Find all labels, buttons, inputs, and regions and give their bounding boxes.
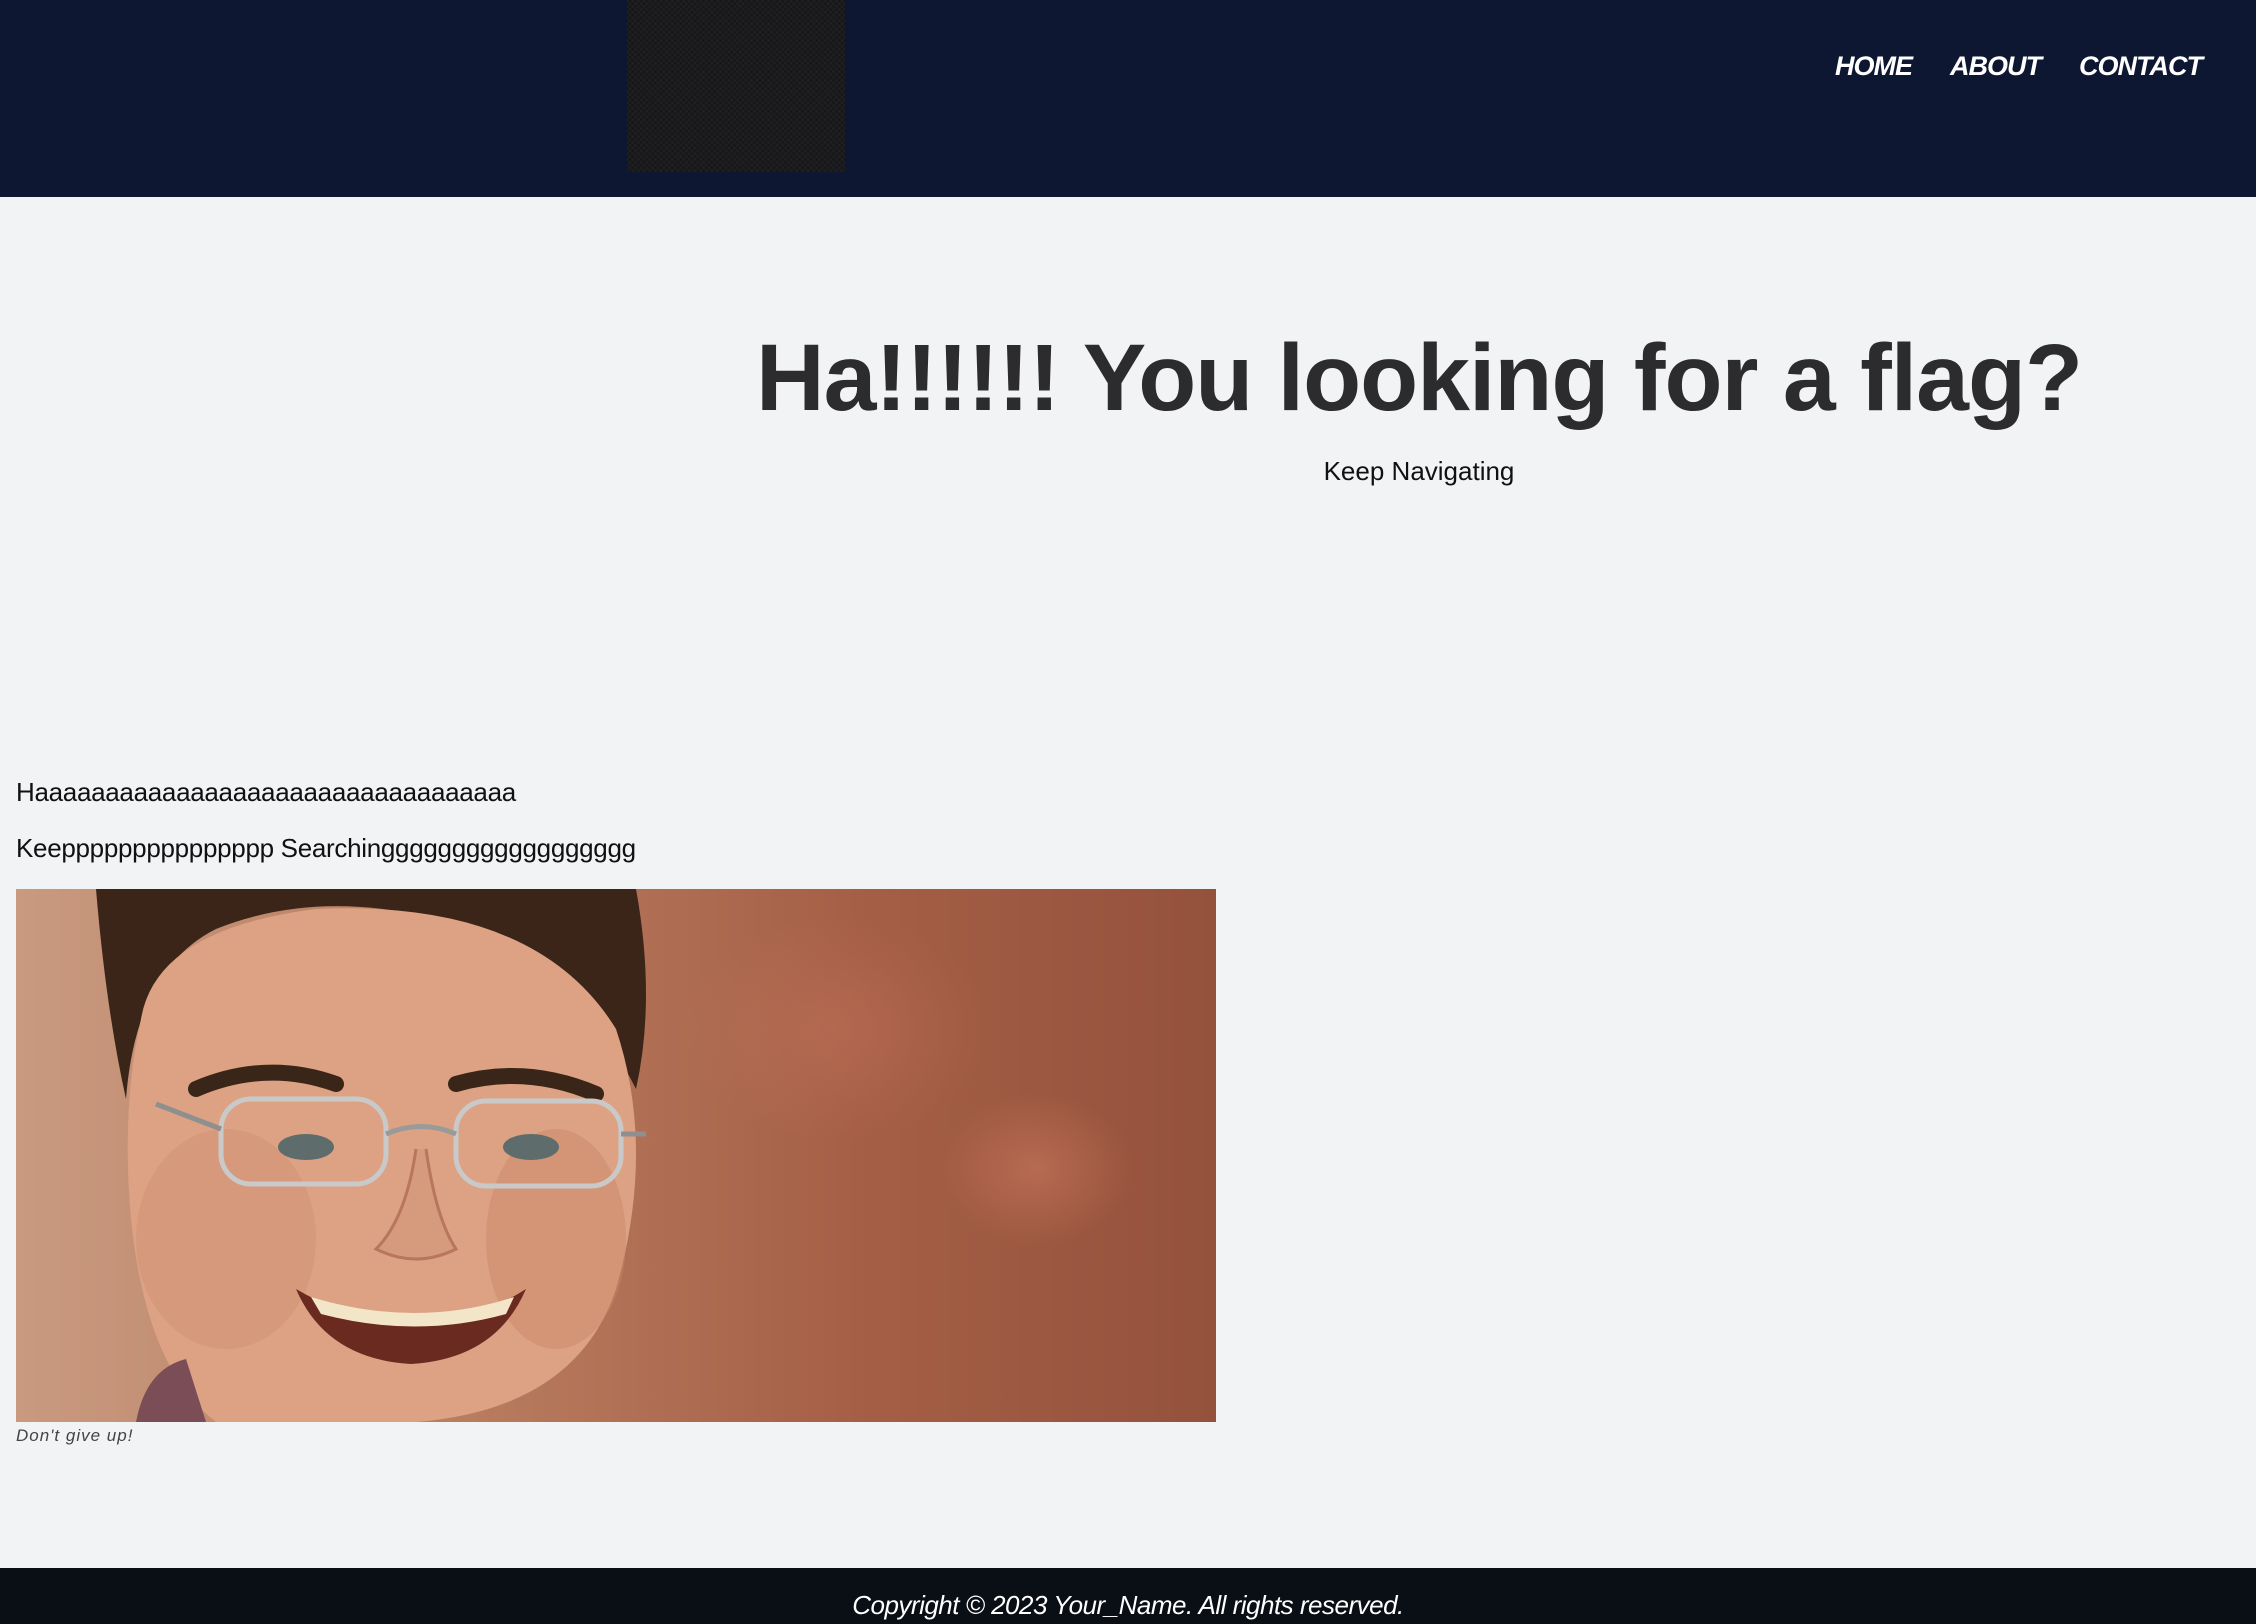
smiling-man-photo: [16, 889, 1216, 1422]
main-nav: HOME ABOUT CONTACT: [1835, 46, 2203, 86]
hero-title: Ha!!!!!! You looking for a flag?: [755, 325, 2083, 431]
copyright-text: Copyright © 2023 Your_Name. All rights r…: [852, 1590, 1404, 1620]
site-footer: Copyright © 2023 Your_Name. All rights r…: [0, 1568, 2256, 1624]
photo-caption: Don't give up!: [16, 1426, 134, 1445]
nav-home-link[interactable]: HOME: [1835, 46, 1913, 86]
nav-about-link[interactable]: ABOUT: [1950, 46, 2042, 86]
logo-icon[interactable]: [627, 0, 845, 172]
site-header: HOME ABOUT CONTACT: [0, 0, 2256, 197]
hero-subtitle: Keep Navigating: [1323, 456, 1515, 486]
nav-contact-link[interactable]: CONTACT: [2079, 46, 2203, 86]
content-line-2: Keeppppppppppppppp Searchinggggggggggggg…: [16, 833, 636, 863]
content-line-1: Haaaaaaaaaaaaaaaaaaaaaaaaaaaaaaaaaa: [16, 777, 516, 807]
